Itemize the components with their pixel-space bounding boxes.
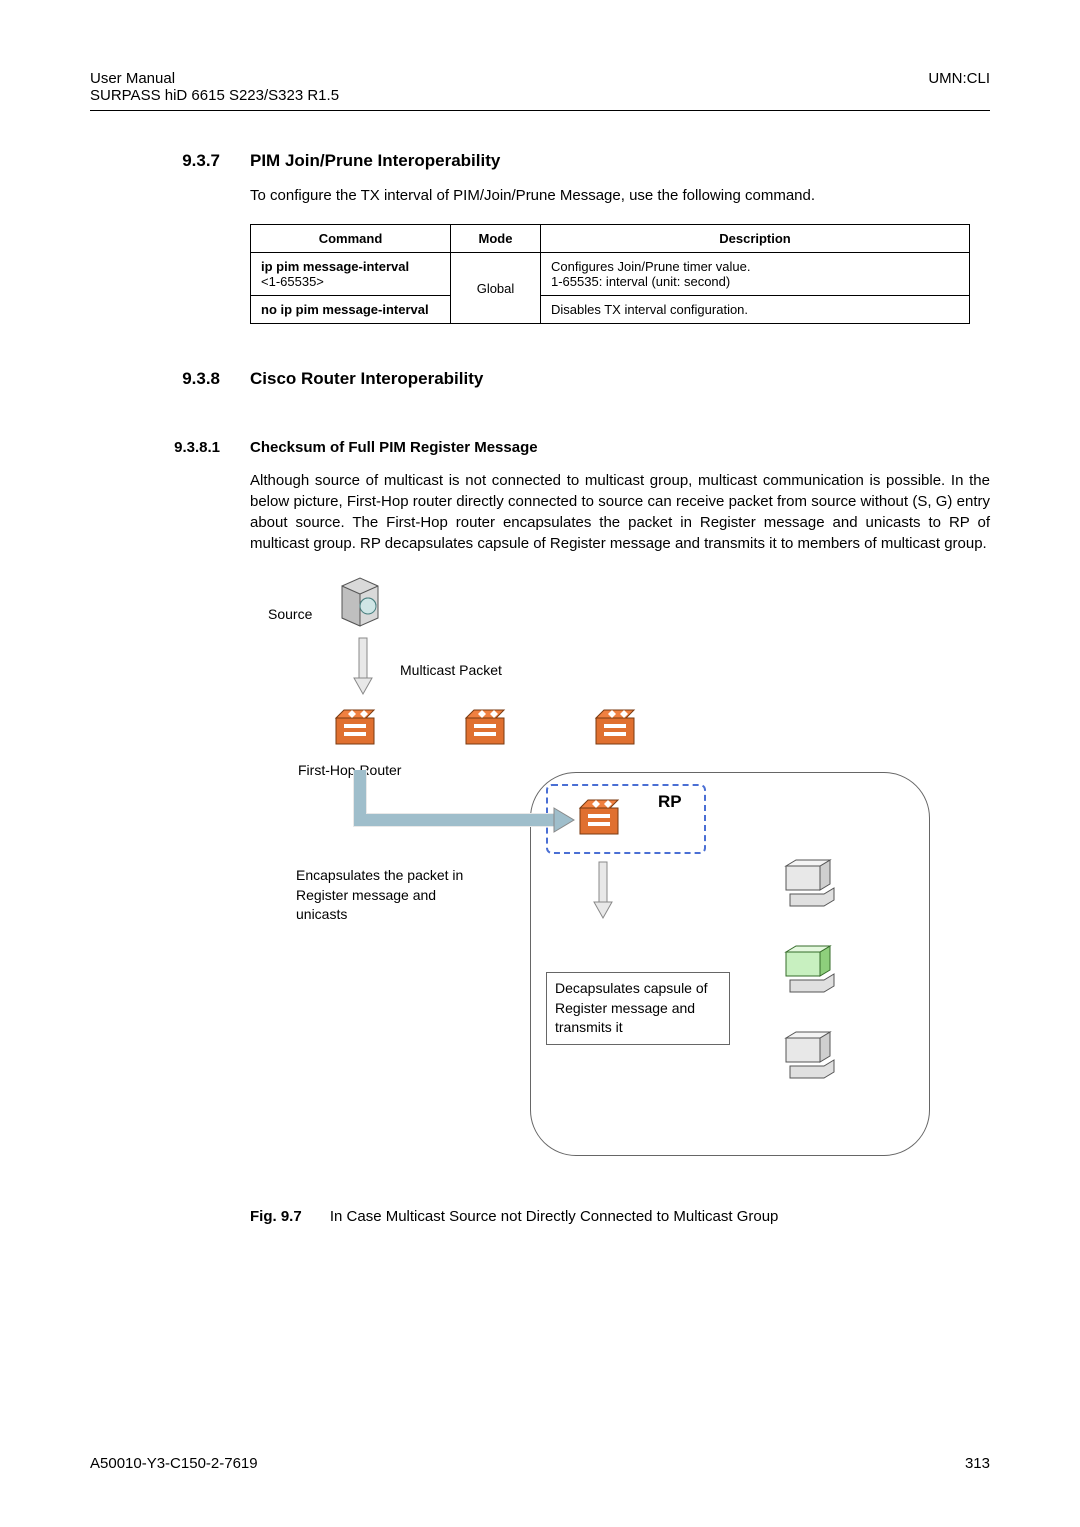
cmd-cell-1: ip pim message-interval <1-65535> — [251, 253, 451, 296]
sec-938-title: Cisco Router Interoperability — [250, 369, 483, 389]
decapsulates-box: Decapsulates capsule of Register message… — [546, 972, 730, 1045]
encapsulates-label: Encapsulates the packet in Register mess… — [296, 866, 486, 925]
figure-label: Fig. 9.7 — [250, 1208, 302, 1225]
footer-page-number: 313 — [965, 1455, 990, 1472]
sec-9381-num: 9.3.8.1 — [90, 439, 220, 456]
th-mode: Mode — [451, 225, 541, 253]
th-description: Description — [541, 225, 970, 253]
figure-caption: In Case Multicast Source not Directly Co… — [330, 1208, 779, 1225]
header-left-line1: User Manual — [90, 70, 339, 87]
desc-cell-1: Configures Join/Prune timer value. 1-655… — [541, 253, 970, 296]
sec-937-intro: To configure the TX interval of PIM/Join… — [250, 185, 990, 206]
sec-9381-para: Although source of multicast is not conn… — [250, 470, 990, 554]
multicast-packet-label: Multicast Packet — [400, 662, 502, 678]
header-rule — [90, 110, 990, 111]
desc1-line2: 1-65535: interval (unit: second) — [551, 274, 959, 289]
sec-937-title: PIM Join/Prune Interoperability — [250, 151, 500, 171]
th-command: Command — [251, 225, 451, 253]
cmd1-line1: ip pim message-interval — [261, 259, 440, 274]
table-row: no ip pim message-interval Disables TX i… — [251, 296, 970, 324]
footer-doc-id: A50010-Y3-C150-2-7619 — [90, 1455, 258, 1472]
rp-label: RP — [658, 792, 682, 812]
sec-9381-title: Checksum of Full PIM Register Message — [250, 439, 538, 456]
decapsulates-label: Decapsulates capsule of Register message… — [555, 980, 708, 1035]
command-table: Command Mode Description ip pim message-… — [250, 224, 970, 324]
table-row: ip pim message-interval <1-65535> Global… — [251, 253, 970, 296]
desc-cell-2: Disables TX interval configuration. — [541, 296, 970, 324]
cmd-cell-2: no ip pim message-interval — [251, 296, 451, 324]
sec-937-num: 9.3.7 — [90, 151, 220, 171]
figure-diagram: Source Multicast Packet First-Hop Router… — [250, 574, 970, 1184]
cmd1-line2: <1-65535> — [261, 274, 440, 289]
source-label: Source — [268, 606, 312, 622]
table-header-row: Command Mode Description — [251, 225, 970, 253]
header-left: User Manual SURPASS hiD 6615 S223/S323 R… — [90, 70, 339, 104]
mode-cell: Global — [451, 253, 541, 324]
desc1-line1: Configures Join/Prune timer value. — [551, 259, 959, 274]
sec-938-num: 9.3.8 — [90, 369, 220, 389]
header-left-line2: SURPASS hiD 6615 S223/S323 R1.5 — [90, 87, 339, 104]
header-right: UMN:CLI — [928, 70, 990, 104]
